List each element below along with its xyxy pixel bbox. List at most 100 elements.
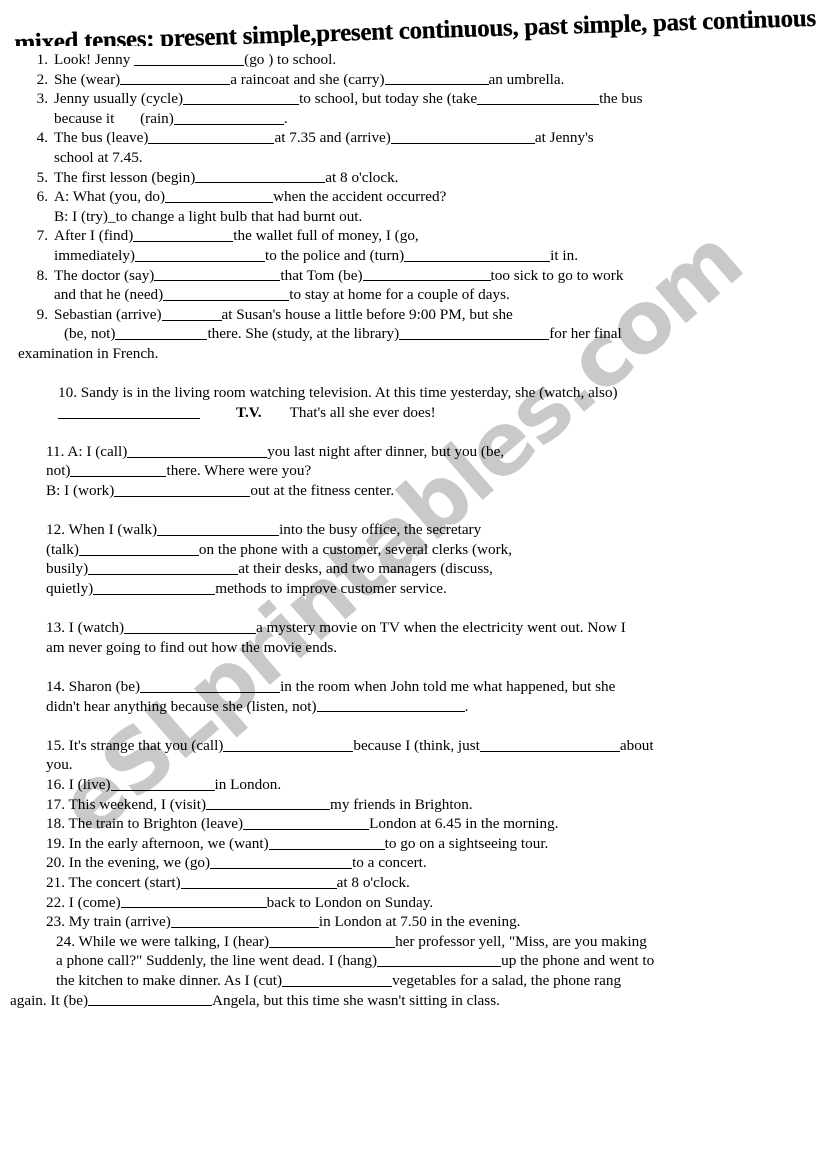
exercise-item: 13. I (watch) a mystery movie on TV when … xyxy=(0,618,821,657)
fill-in-blank[interactable] xyxy=(362,266,491,282)
exercise-outdent-line: again. It (be) Angela, but this time she … xyxy=(0,991,821,1011)
sentence-text: her professor yell, "Miss, are you makin… xyxy=(395,932,647,950)
fill-in-blank[interactable] xyxy=(269,932,396,948)
sentence-text: (go ) to school. xyxy=(244,51,337,68)
sentence-text: Sandy is in the living room watching tel… xyxy=(76,384,618,402)
fill-in-blank[interactable] xyxy=(173,109,284,125)
fill-in-blank[interactable] xyxy=(161,305,222,321)
fill-in-blank[interactable] xyxy=(268,834,385,850)
sentence-text: The bus (leave) xyxy=(54,129,149,147)
sentence-text: again. It (be) xyxy=(10,991,89,1009)
fill-in-blank[interactable] xyxy=(206,795,331,811)
fill-in-blank[interactable] xyxy=(114,481,251,497)
blank-spacer xyxy=(0,657,821,677)
exercise-first-line: Sebastian (arrive) at Susan's house a lit… xyxy=(54,305,821,325)
fill-in-blank[interactable] xyxy=(133,227,234,243)
exercise-wrap-line: not) there. Where were you? xyxy=(46,461,775,481)
fill-in-blank[interactable] xyxy=(115,325,208,341)
exercise-wrap-line: (be, not) there. She (study, at the libra… xyxy=(54,324,821,344)
fill-in-blank[interactable] xyxy=(148,129,275,145)
blank-spacer xyxy=(0,501,821,521)
fill-in-blank[interactable] xyxy=(170,913,319,928)
sentence-text: That's all she ever does! xyxy=(289,403,436,421)
exercise-item: 21. The concert (start) at 8 o'clock. xyxy=(0,873,821,893)
fill-in-blank[interactable] xyxy=(88,560,239,576)
fill-in-blank[interactable] xyxy=(134,246,265,262)
sentence-text: The doctor (say) xyxy=(54,266,155,284)
fill-in-blank[interactable] xyxy=(124,619,257,635)
fill-in-blank[interactable] xyxy=(390,129,535,145)
fill-in-blank[interactable] xyxy=(479,736,620,752)
sentence-text: 16. xyxy=(46,775,65,793)
fill-in-blank[interactable] xyxy=(316,697,465,713)
fill-in-blank[interactable] xyxy=(223,736,354,752)
sentence-text: It's strange that you (call) xyxy=(64,736,224,754)
fill-in-blank[interactable] xyxy=(58,403,200,419)
fill-in-blank[interactable] xyxy=(93,579,216,595)
fill-in-blank[interactable] xyxy=(157,521,280,537)
sentence-text: 17. xyxy=(46,795,65,813)
fill-in-blank[interactable] xyxy=(127,442,268,458)
fill-in-blank[interactable] xyxy=(399,325,550,341)
title-banner: mixed tenses: present simple,present con… xyxy=(0,0,821,46)
exercise-item: 23. My train (arrive) in London at 7.50 i… xyxy=(0,912,821,932)
exercise-first-line: 23. My train (arrive) in London at 7.50 i… xyxy=(46,912,775,932)
exercise-wrap-line: a phone call?" Suddenly, the line went d… xyxy=(56,951,775,971)
fill-in-blank[interactable] xyxy=(88,991,213,1007)
fill-in-blank[interactable] xyxy=(210,854,353,870)
exercise-wrap-line: the kitchen to make dinner. As I (cut) ve… xyxy=(56,971,775,991)
fill-in-blank[interactable] xyxy=(70,462,167,478)
exercise-number: 5. xyxy=(36,168,48,186)
fill-in-blank[interactable] xyxy=(384,70,489,86)
fill-in-blank[interactable] xyxy=(163,286,290,301)
sentence-text: While we were talking, I (hear) xyxy=(74,932,270,950)
fill-in-blank[interactable] xyxy=(140,677,281,693)
exercise-first-line: The doctor (say) that Tom (be) too sick to… xyxy=(54,266,821,286)
exercise-first-line: 13. I (watch) a mystery movie on TV when … xyxy=(46,618,775,638)
fill-in-blank[interactable] xyxy=(282,971,393,987)
sentence-text: After I (find) xyxy=(54,227,134,245)
sentence-text: In the evening, we (go) xyxy=(64,854,211,872)
fill-in-blank[interactable] xyxy=(180,873,337,889)
sentence-text: in London. xyxy=(214,775,282,793)
fill-in-blank[interactable] xyxy=(243,815,370,830)
sentence-text: Sharon (be) xyxy=(64,678,141,695)
sentence-text: 14. xyxy=(46,678,65,695)
fill-in-blank[interactable] xyxy=(120,893,267,909)
sentence-text: because I (think, just xyxy=(353,736,480,754)
sentence-text: the kitchen to make dinner. As I (cut) xyxy=(56,971,283,989)
fill-in-blank[interactable] xyxy=(154,266,281,282)
sentence-text: 18. xyxy=(46,815,65,833)
fill-in-blank[interactable] xyxy=(183,90,300,105)
fill-in-blank[interactable] xyxy=(78,540,199,556)
exercise-number: 4. xyxy=(36,129,48,147)
sentence-text: Angela, but this time she wasn't sitting… xyxy=(212,991,500,1009)
exercise-item: 1. Look! Jenny (go ) to school. xyxy=(0,50,821,70)
fill-in-blank[interactable] xyxy=(377,952,502,968)
fill-in-blank[interactable] xyxy=(404,246,551,262)
exercise-wrap-line: B: I (try)_to change a light bulb that h… xyxy=(54,207,821,227)
exercise-first-line: The bus (leave) at 7.35 and (arrive) at Je… xyxy=(54,128,821,148)
fill-in-blank[interactable] xyxy=(120,70,231,86)
sentence-text: This weekend, I (visit) xyxy=(64,795,207,813)
sentence-text: a phone call?" Suddenly, the line went d… xyxy=(56,952,378,970)
exercise-number: 9. xyxy=(36,305,48,323)
sentence-text: I (watch) xyxy=(64,619,125,637)
exercise-item: 15. It's strange that you (call) because … xyxy=(0,736,821,775)
exercise-first-line: 10. Sandy is in the living room watching… xyxy=(58,383,775,403)
exercise-number: 2. xyxy=(36,70,48,88)
sentence-text: a mystery movie on TV when the electrici… xyxy=(256,619,626,637)
fill-in-blank[interactable] xyxy=(110,775,215,791)
fill-in-blank[interactable] xyxy=(134,50,245,66)
exercise-first-line: 16. I (live) in London. xyxy=(46,775,775,795)
fill-in-blank[interactable] xyxy=(195,168,326,184)
fill-in-blank[interactable] xyxy=(165,188,274,203)
sentence-text: there. She (study, at the library) xyxy=(207,325,400,343)
fill-in-blank[interactable] xyxy=(477,90,600,105)
exercise-item: 12. When I (walk) into the busy office, t… xyxy=(0,520,821,598)
exercise-first-line: 17. This weekend, I (visit) my friends in… xyxy=(46,795,775,815)
sentence-text: The first lesson (begin) xyxy=(54,168,196,186)
sentence-text: 11. xyxy=(46,442,65,460)
exercise-first-line: 19. In the early afternoon, we (want) to … xyxy=(46,834,775,854)
sentence-text: 19. xyxy=(46,834,65,852)
